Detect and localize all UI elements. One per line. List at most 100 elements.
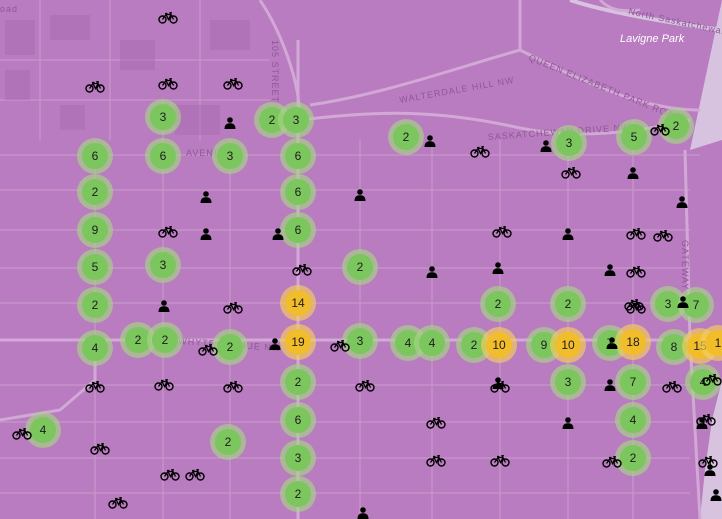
cluster-marker[interactable]: 19 — [280, 324, 316, 360]
bicycle-icon[interactable] — [292, 264, 312, 276]
person-icon[interactable] — [492, 262, 504, 274]
bicycle-icon[interactable] — [662, 381, 682, 393]
cluster-marker[interactable]: 3 — [551, 125, 587, 161]
cluster-marker[interactable]: 3 — [145, 247, 181, 283]
bicycle-icon[interactable] — [85, 381, 105, 393]
bicycle-icon[interactable] — [624, 299, 644, 311]
bicycle-icon[interactable] — [158, 78, 178, 90]
cluster-count: 9 — [82, 217, 108, 243]
cluster-marker[interactable]: 4 — [615, 402, 651, 438]
bicycle-icon[interactable] — [650, 124, 670, 136]
bicycle-icon[interactable] — [470, 146, 490, 158]
cluster-marker[interactable]: 6 — [77, 138, 113, 174]
person-icon[interactable] — [200, 191, 212, 203]
cluster-marker[interactable]: 4 — [414, 325, 450, 361]
cluster-count: 6 — [150, 143, 176, 169]
cluster-count: 6 — [285, 217, 311, 243]
person-icon[interactable] — [200, 228, 212, 240]
cluster-marker[interactable]: 2 — [388, 119, 424, 155]
person-icon[interactable] — [424, 135, 436, 147]
cluster-marker[interactable]: 14 — [280, 285, 316, 321]
bicycle-icon[interactable] — [154, 379, 174, 391]
person-icon[interactable] — [562, 228, 574, 240]
cluster-marker[interactable]: 5 — [616, 119, 652, 155]
bicycle-icon[interactable] — [330, 340, 350, 352]
cluster-marker[interactable]: 4 — [77, 330, 113, 366]
bicycle-icon[interactable] — [223, 381, 243, 393]
person-icon[interactable] — [540, 140, 552, 152]
bicycle-icon[interactable] — [158, 12, 178, 24]
person-icon[interactable] — [272, 228, 284, 240]
cluster-marker[interactable]: 3 — [280, 440, 316, 476]
cluster-marker[interactable]: 2 — [550, 286, 586, 322]
bicycle-icon[interactable] — [185, 469, 205, 481]
bicycle-icon[interactable] — [426, 417, 446, 429]
bicycle-icon[interactable] — [223, 302, 243, 314]
cluster-marker[interactable]: 5 — [77, 249, 113, 285]
bicycle-icon[interactable] — [426, 455, 446, 467]
bicycle-icon[interactable] — [160, 469, 180, 481]
person-icon[interactable] — [627, 167, 639, 179]
person-icon[interactable] — [269, 338, 281, 350]
cluster-marker[interactable]: 2 — [77, 174, 113, 210]
cluster-count: 2 — [285, 369, 311, 395]
bicycle-icon[interactable] — [702, 374, 722, 386]
cluster-marker[interactable]: 2 — [210, 424, 246, 460]
cluster-marker[interactable]: 6 — [280, 212, 316, 248]
person-icon[interactable] — [676, 196, 688, 208]
person-icon[interactable] — [354, 189, 366, 201]
cluster-marker[interactable]: 10 — [481, 327, 517, 363]
cluster-marker[interactable]: 6 — [280, 402, 316, 438]
cluster-marker[interactable]: 10 — [550, 327, 586, 363]
cluster-count: 2 — [393, 124, 419, 150]
bicycle-icon[interactable] — [602, 456, 622, 468]
cluster-marker[interactable]: 3 — [212, 138, 248, 174]
person-icon[interactable] — [562, 417, 574, 429]
cluster-marker[interactable]: 2 — [480, 286, 516, 322]
bicycle-icon[interactable] — [85, 81, 105, 93]
cluster-marker[interactable]: 2 — [147, 322, 183, 358]
cluster-marker[interactable]: 2 — [77, 287, 113, 323]
cluster-marker[interactable]: 9 — [77, 212, 113, 248]
map-canvas[interactable]: 105 STREET WALTERDALE HILL NW QUEEN ELIZ… — [0, 0, 722, 519]
bicycle-icon[interactable] — [490, 455, 510, 467]
person-icon[interactable] — [604, 379, 616, 391]
person-icon[interactable] — [426, 266, 438, 278]
bicycle-icon[interactable] — [561, 167, 581, 179]
cluster-marker[interactable]: 3 — [278, 102, 314, 138]
cluster-marker[interactable]: 2 — [280, 364, 316, 400]
bicycle-icon[interactable] — [355, 380, 375, 392]
bicycle-icon[interactable] — [90, 443, 110, 455]
bicycle-icon[interactable] — [108, 497, 128, 509]
bicycle-icon[interactable] — [490, 381, 510, 393]
cluster-marker[interactable]: 2 — [342, 249, 378, 285]
person-icon[interactable] — [224, 117, 236, 129]
cluster-marker[interactable]: 6 — [280, 138, 316, 174]
bicycle-icon[interactable] — [696, 414, 716, 426]
person-icon[interactable] — [606, 337, 618, 349]
cluster-marker[interactable]: 6 — [280, 174, 316, 210]
person-icon[interactable] — [677, 296, 689, 308]
cluster-marker[interactable]: 3 — [145, 99, 181, 135]
cluster-marker[interactable]: 2 — [280, 476, 316, 512]
bicycle-icon[interactable] — [198, 344, 218, 356]
person-icon[interactable] — [158, 300, 170, 312]
bicycle-icon[interactable] — [223, 78, 243, 90]
person-icon[interactable] — [710, 489, 722, 501]
bicycle-icon[interactable] — [12, 428, 32, 440]
cluster-marker[interactable]: 7 — [615, 364, 651, 400]
cluster-marker[interactable]: 6 — [145, 138, 181, 174]
bicycle-icon[interactable] — [626, 266, 646, 278]
bicycle-icon[interactable] — [158, 226, 178, 238]
bicycle-icon[interactable] — [653, 230, 673, 242]
cluster-count: 3 — [217, 143, 243, 169]
cluster-count: 2 — [555, 291, 581, 317]
person-icon[interactable] — [704, 464, 716, 476]
cluster-count: 2 — [82, 292, 108, 318]
bicycle-icon[interactable] — [626, 228, 646, 240]
bicycle-icon[interactable] — [492, 226, 512, 238]
cluster-marker[interactable]: 3 — [550, 364, 586, 400]
cluster-marker[interactable]: 18 — [615, 324, 651, 360]
person-icon[interactable] — [357, 507, 369, 519]
person-icon[interactable] — [604, 264, 616, 276]
